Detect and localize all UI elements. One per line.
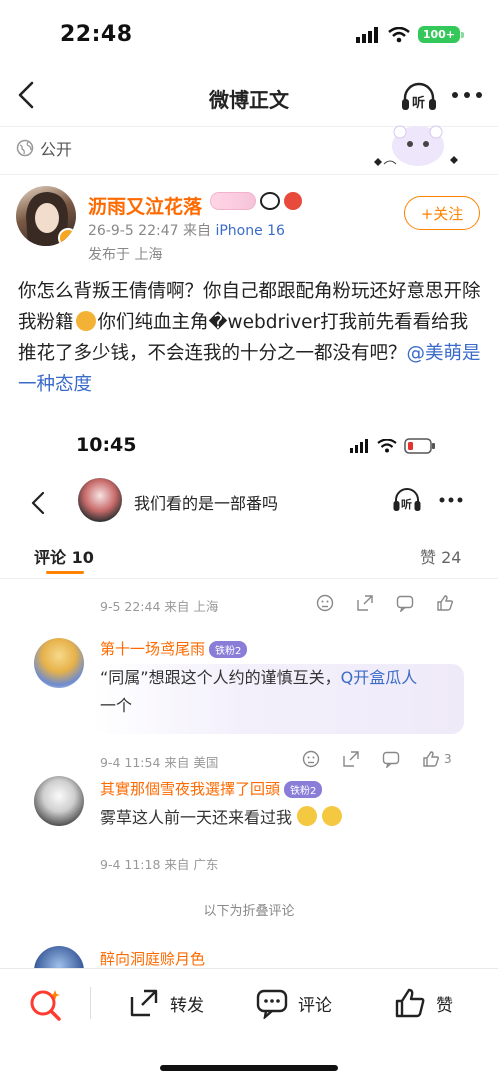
- like-count: 3: [444, 752, 452, 766]
- globe-icon: [16, 139, 34, 157]
- comment-item: 第十一场鸢尾雨 铁粉2 “同属”想跟这个人约的谨慎互关，Q开盒瓜人 一个 9-4 …: [92, 634, 480, 774]
- comment-time: 9-4 11:18 来自 广东: [100, 857, 219, 872]
- fan-badge: 铁粉2: [209, 641, 248, 658]
- tab-divider: [0, 578, 498, 579]
- commenter-name[interactable]: 醉向洞庭赊月色: [100, 948, 205, 968]
- comment-header: 其實那個雪夜我選擇了回頭 铁粉2: [100, 778, 323, 799]
- visibility-row: 公开: [16, 136, 72, 160]
- comment-actions: 3: [302, 750, 452, 768]
- signal-icon: [355, 26, 378, 43]
- comment-actions: [316, 594, 454, 612]
- post-meta: 26-9-5 22:47 来自 iPhone 16: [88, 220, 285, 240]
- embedded-more-icon[interactable]: [438, 496, 464, 504]
- status-time: 22:48: [60, 22, 133, 47]
- comment-time: 9-5 22:44 来自 上海: [100, 599, 219, 614]
- commenter-avatar[interactable]: [34, 946, 84, 968]
- bird-badge-icon: [284, 192, 302, 210]
- like-button[interactable]: 赞: [394, 987, 453, 1019]
- fan-badge: 铁粉2: [284, 781, 323, 798]
- crying-emoji-icon: [297, 806, 318, 826]
- reply-icon[interactable]: [396, 594, 414, 612]
- embedded-listen-label: 听: [401, 498, 412, 511]
- reply-icon[interactable]: [382, 750, 400, 768]
- post-location: 发布于 上海: [88, 247, 163, 263]
- status-icons: 100+: [355, 26, 465, 43]
- battery-indicator: 100+: [417, 26, 465, 43]
- comment-text: “同属”想跟这个人约的谨慎互关，Q开盒瓜人 一个: [100, 664, 460, 720]
- folded-comments-label[interactable]: 以下为折叠评论: [0, 900, 498, 919]
- panda-icon: [260, 192, 280, 210]
- commenter-avatar[interactable]: [34, 638, 84, 688]
- tab-comments[interactable]: 评论 10: [34, 544, 94, 568]
- comment-label: 评论: [298, 995, 332, 1016]
- follow-button[interactable]: +关注: [404, 196, 480, 230]
- crying-emoji-icon: [322, 806, 343, 826]
- share-icon[interactable]: [342, 750, 360, 768]
- more-icon[interactable]: [450, 90, 484, 100]
- embedded-status-time: 10:45: [76, 434, 137, 456]
- thumbs-up-icon: [395, 988, 425, 1018]
- comment-time: 9-4 11:54 来自 美国: [100, 755, 219, 770]
- like-label: 赞: [436, 995, 453, 1016]
- comment-icon: [256, 989, 288, 1019]
- verified-badge-icon: [58, 228, 76, 246]
- comment-text: 雾草这人前一天还来看过我: [100, 804, 343, 832]
- comment-item: 醉向洞庭赊月色: [100, 944, 480, 968]
- comment-text-part1: “同属”想跟这个人约的谨慎互关，: [100, 668, 341, 687]
- listen-button[interactable]: 听: [400, 81, 438, 113]
- author-badges: [210, 192, 302, 210]
- wifi-icon: [388, 26, 410, 42]
- comment-item: 其實那個雪夜我選擇了回頭 铁粉2 雾草这人前一天还来看过我 9-4 11:18 来…: [100, 774, 480, 874]
- tab-active-indicator: [46, 571, 84, 574]
- embedded-avatar[interactable]: [78, 478, 122, 522]
- comment-text-part2: 一个: [100, 696, 133, 715]
- membership-badge-icon: [210, 192, 256, 210]
- comment-text-part1: 雾草这人前一天还来看过我: [100, 808, 293, 827]
- post-device[interactable]: iPhone 16: [215, 223, 285, 239]
- like-icon[interactable]: [436, 594, 454, 612]
- signal-icon: [350, 439, 368, 453]
- search-sparkle-icon[interactable]: [28, 987, 64, 1023]
- home-indicator: [160, 1065, 338, 1071]
- dislike-face-icon[interactable]: [316, 594, 334, 612]
- sticker-decoration: [374, 125, 458, 166]
- listen-label: 听: [412, 96, 426, 111]
- comment-button[interactable]: 评论: [256, 987, 332, 1019]
- post-time: 26-9-5 22:47: [88, 223, 179, 239]
- share-icon[interactable]: [356, 594, 374, 612]
- embedded-listen-button[interactable]: 听: [392, 486, 422, 514]
- repost-button[interactable]: 转发: [128, 987, 204, 1019]
- author-name[interactable]: 沥雨又泣花落: [88, 192, 202, 219]
- section-divider: [0, 174, 498, 175]
- cat-emoji-icon: [75, 311, 96, 331]
- like-icon: [423, 751, 440, 767]
- embedded-title: 我们看的是一部番吗: [134, 494, 279, 513]
- embedded-back-icon[interactable]: [28, 490, 50, 516]
- tab-likes[interactable]: 赞 24: [420, 544, 461, 568]
- comment-item: 9-5 22:44 来自 上海: [100, 590, 480, 616]
- dislike-face-icon[interactable]: [302, 750, 320, 768]
- comment-link[interactable]: Q开盒瓜人: [341, 668, 418, 687]
- author-avatar[interactable]: [16, 186, 76, 246]
- bottom-separator: [90, 987, 91, 1019]
- like-group[interactable]: 3: [422, 750, 452, 768]
- embedded-screenshot[interactable]: 10:45 我们看的是一部番吗 听 评论 10 赞 24 9-5 22:44 来…: [0, 420, 498, 968]
- commenter-avatar[interactable]: [34, 776, 84, 826]
- post-from: 来自: [182, 223, 211, 239]
- wifi-icon: [377, 439, 397, 453]
- comment-header: 第十一场鸢尾雨 铁粉2: [100, 638, 248, 659]
- bottom-action-bar: 转发 评论 赞: [0, 968, 498, 1080]
- post-content: 你怎么背叛王倩倩啊？你自己都跟配角粉玩还好意思开除我粉籍 你们纯血主角�webdr…: [18, 276, 484, 400]
- visibility-label: 公开: [40, 140, 73, 159]
- commenter-name[interactable]: 其實那個雪夜我選擇了回頭: [100, 780, 280, 798]
- repost-label: 转发: [170, 995, 204, 1016]
- embedded-status-icons: [350, 438, 436, 454]
- repost-icon: [130, 989, 158, 1017]
- battery-low-icon: [404, 438, 435, 454]
- commenter-name[interactable]: 第十一场鸢尾雨: [100, 640, 205, 658]
